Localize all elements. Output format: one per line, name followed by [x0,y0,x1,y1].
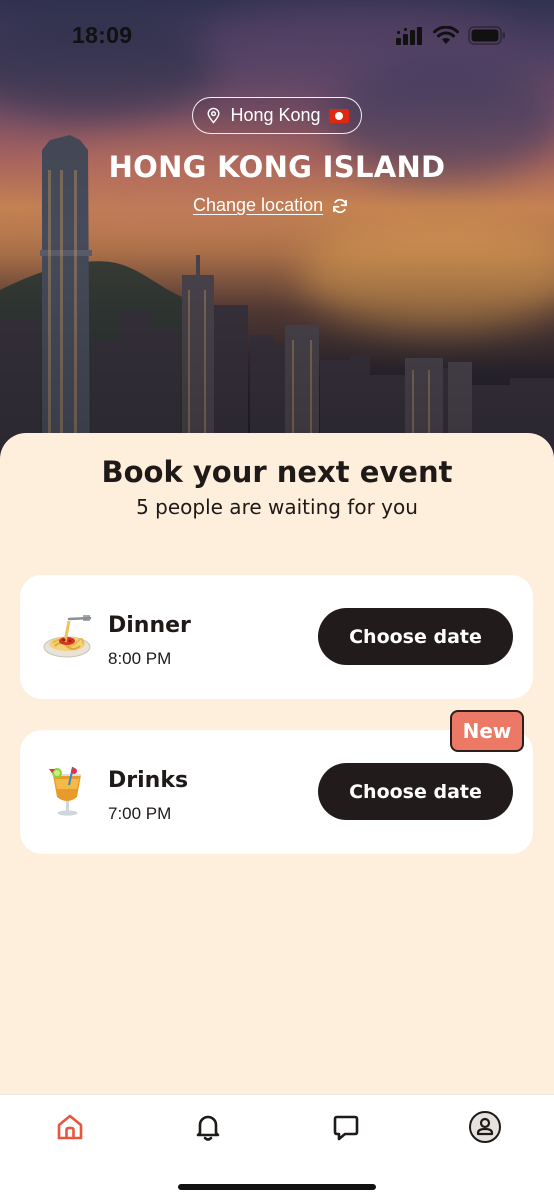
choose-date-button-dinner[interactable]: Choose date [318,608,513,665]
home-icon [57,1114,83,1140]
tab-notifications[interactable] [183,1103,233,1151]
change-location-link[interactable]: Change location [193,195,349,216]
status-bar: 18:09 [0,0,554,76]
status-icons [396,26,506,45]
event-card-dinner[interactable]: Dinner 8:00 PM Choose date [20,575,533,699]
battery-icon [468,26,505,45]
event-name: Drinks [108,768,189,793]
new-badge: New [450,710,524,752]
change-location-label: Change location [193,195,324,215]
cellular-signal-icon [396,26,422,45]
region-title: HONG KONG ISLAND [108,150,446,184]
city-name: Hong Kong [230,105,321,125]
booking-title: Book your next event [101,455,453,489]
tropical-drink-icon [49,766,81,816]
wifi-icon [433,26,459,44]
refresh-icon [333,198,348,213]
booking-subtitle: 5 people are waiting for you [136,495,418,519]
location-pin-icon [207,107,220,124]
home-indicator[interactable] [178,1184,376,1190]
bell-icon [196,1115,220,1141]
tab-messages[interactable] [321,1103,371,1151]
event-time: 8:00 PM [108,649,172,668]
choose-date-button-drinks[interactable]: Choose date [318,763,513,820]
status-time: 18:09 [72,22,133,48]
tab-home[interactable] [45,1103,95,1151]
booking-sheet: Book your next event 5 people are waitin… [0,433,554,1094]
chat-icon [333,1115,359,1141]
tab-profile[interactable] [460,1103,510,1151]
event-name: Dinner [108,613,191,638]
app-screen: 18:09 Hong Kong HONG KONG ISLAND Change … [0,0,554,1200]
profile-icon [469,1111,501,1143]
hong-kong-flag-icon [328,108,349,123]
spaghetti-icon [43,615,92,658]
event-time: 7:00 PM [108,804,172,823]
location-pill[interactable]: Hong Kong [192,97,362,134]
